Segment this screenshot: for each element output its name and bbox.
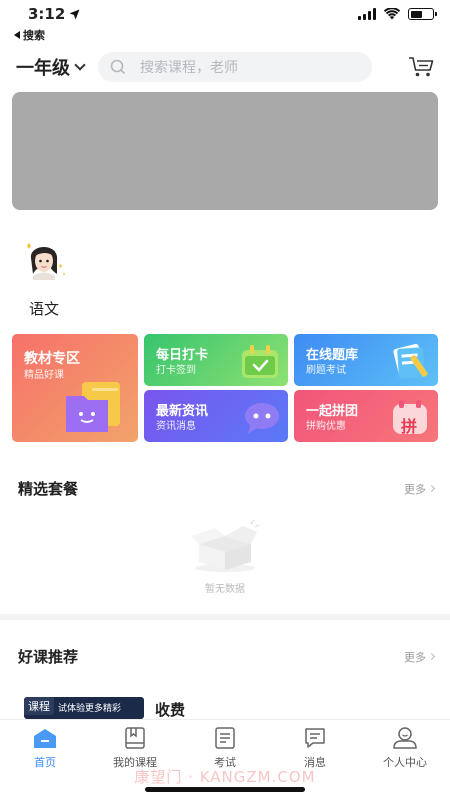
chevron-right-icon bbox=[427, 484, 436, 493]
battery-fill bbox=[410, 10, 423, 18]
header: 一年级 搜索课程，老师 bbox=[0, 42, 450, 92]
empty-text: 暂无数据 bbox=[205, 584, 245, 595]
question-bank-card[interactable]: 在线题库 刷题考试 bbox=[294, 334, 438, 386]
section-divider bbox=[0, 614, 450, 620]
group-buy-card[interactable]: 一起拼团 拼购优惠 拼 bbox=[294, 390, 438, 442]
book-icon bbox=[122, 726, 148, 750]
course-thumb-text: 试体验更多精彩 bbox=[58, 704, 122, 714]
subject-item-chinese[interactable]: 语文 bbox=[16, 236, 72, 319]
watermark-text: 康望门 · KANGZM.COM bbox=[134, 768, 316, 786]
more-label: 更多 bbox=[404, 650, 426, 664]
feature-cards: 教材专区 精品好课 每日打卡 打卡签到 在线题库 刷题考试 最新资讯 资讯消息 … bbox=[12, 334, 438, 442]
banner-carousel[interactable] bbox=[12, 92, 438, 210]
location-arrow-icon bbox=[69, 9, 80, 19]
tab-messages[interactable]: 消息 bbox=[270, 726, 360, 770]
grade-label: 一年级 bbox=[16, 58, 70, 79]
status-time: 3:12 bbox=[28, 5, 80, 23]
section-title: 精选套餐 bbox=[18, 480, 79, 498]
search-icon bbox=[110, 59, 126, 75]
calendar-check-icon bbox=[242, 345, 278, 378]
daily-checkin-card[interactable]: 每日打卡 打卡签到 bbox=[144, 334, 288, 386]
recommend-section-header: 好课推荐 更多 bbox=[18, 646, 436, 667]
tab-exam[interactable]: 考试 bbox=[180, 726, 270, 770]
tab-my-courses[interactable]: 我的课程 bbox=[90, 726, 180, 770]
battery-icon bbox=[408, 8, 437, 20]
cellular-signal-icon bbox=[358, 8, 376, 20]
more-label: 更多 bbox=[404, 482, 426, 496]
search-placeholder: 搜索课程，老师 bbox=[140, 60, 238, 76]
recommend-more-link[interactable]: 更多 bbox=[404, 649, 436, 665]
cart-button[interactable] bbox=[406, 52, 436, 82]
home-icon bbox=[32, 726, 58, 750]
home-indicator[interactable] bbox=[145, 787, 305, 792]
course-tag: 课程 bbox=[24, 697, 54, 715]
group-buy-badge: 拼 bbox=[401, 417, 418, 436]
packages-section-header: 精选套餐 更多 bbox=[18, 478, 436, 499]
status-indicators bbox=[358, 8, 437, 20]
empty-box-icon bbox=[191, 519, 260, 572]
textbook-zone-card[interactable]: 教材专区 精品好课 bbox=[12, 334, 138, 442]
grade-selector[interactable]: 一年级 bbox=[16, 54, 86, 80]
packages-more-link[interactable]: 更多 bbox=[404, 481, 436, 497]
chat-bubble-icon bbox=[245, 403, 279, 434]
card-title: 教材专区 bbox=[24, 351, 80, 367]
card-subtitle: 精品好课 bbox=[24, 370, 64, 381]
time-text: 3:12 bbox=[28, 5, 66, 23]
empty-state: 暂无数据 bbox=[185, 518, 265, 595]
course-list-item[interactable]: 试体验更多精彩 课程 收费 bbox=[24, 697, 424, 719]
folder-icon bbox=[66, 382, 120, 432]
card-subtitle: 打卡签到 bbox=[156, 365, 196, 376]
card-subtitle: 拼购优惠 bbox=[306, 421, 346, 432]
cart-icon bbox=[409, 57, 434, 77]
card-subtitle: 资讯消息 bbox=[156, 421, 196, 432]
subject-avatar bbox=[19, 236, 69, 286]
wifi-icon bbox=[384, 8, 400, 20]
card-subtitle: 刷题考试 bbox=[306, 365, 346, 376]
message-icon bbox=[302, 726, 328, 750]
chevron-down-icon bbox=[74, 59, 86, 71]
course-title: 收费 bbox=[155, 701, 186, 719]
search-input[interactable]: 搜索课程，老师 bbox=[98, 52, 372, 82]
section-title: 好课推荐 bbox=[18, 648, 79, 666]
notebook-pencil-icon bbox=[393, 343, 428, 379]
chevron-right-icon bbox=[427, 652, 436, 661]
user-icon bbox=[392, 726, 418, 750]
back-to-search-link[interactable]: 搜索 bbox=[0, 28, 450, 42]
latest-news-card[interactable]: 最新资讯 资讯消息 bbox=[144, 390, 288, 442]
tab-home[interactable]: 首页 bbox=[0, 726, 90, 770]
exam-doc-icon bbox=[212, 726, 238, 750]
subject-label: 语文 bbox=[28, 300, 59, 318]
tab-profile[interactable]: 个人中心 bbox=[360, 726, 450, 770]
course-thumbnail: 试体验更多精彩 课程 bbox=[24, 697, 144, 719]
back-arrow-icon bbox=[14, 31, 20, 39]
back-label: 搜索 bbox=[23, 29, 45, 42]
status-bar: 3:12 bbox=[0, 0, 450, 28]
